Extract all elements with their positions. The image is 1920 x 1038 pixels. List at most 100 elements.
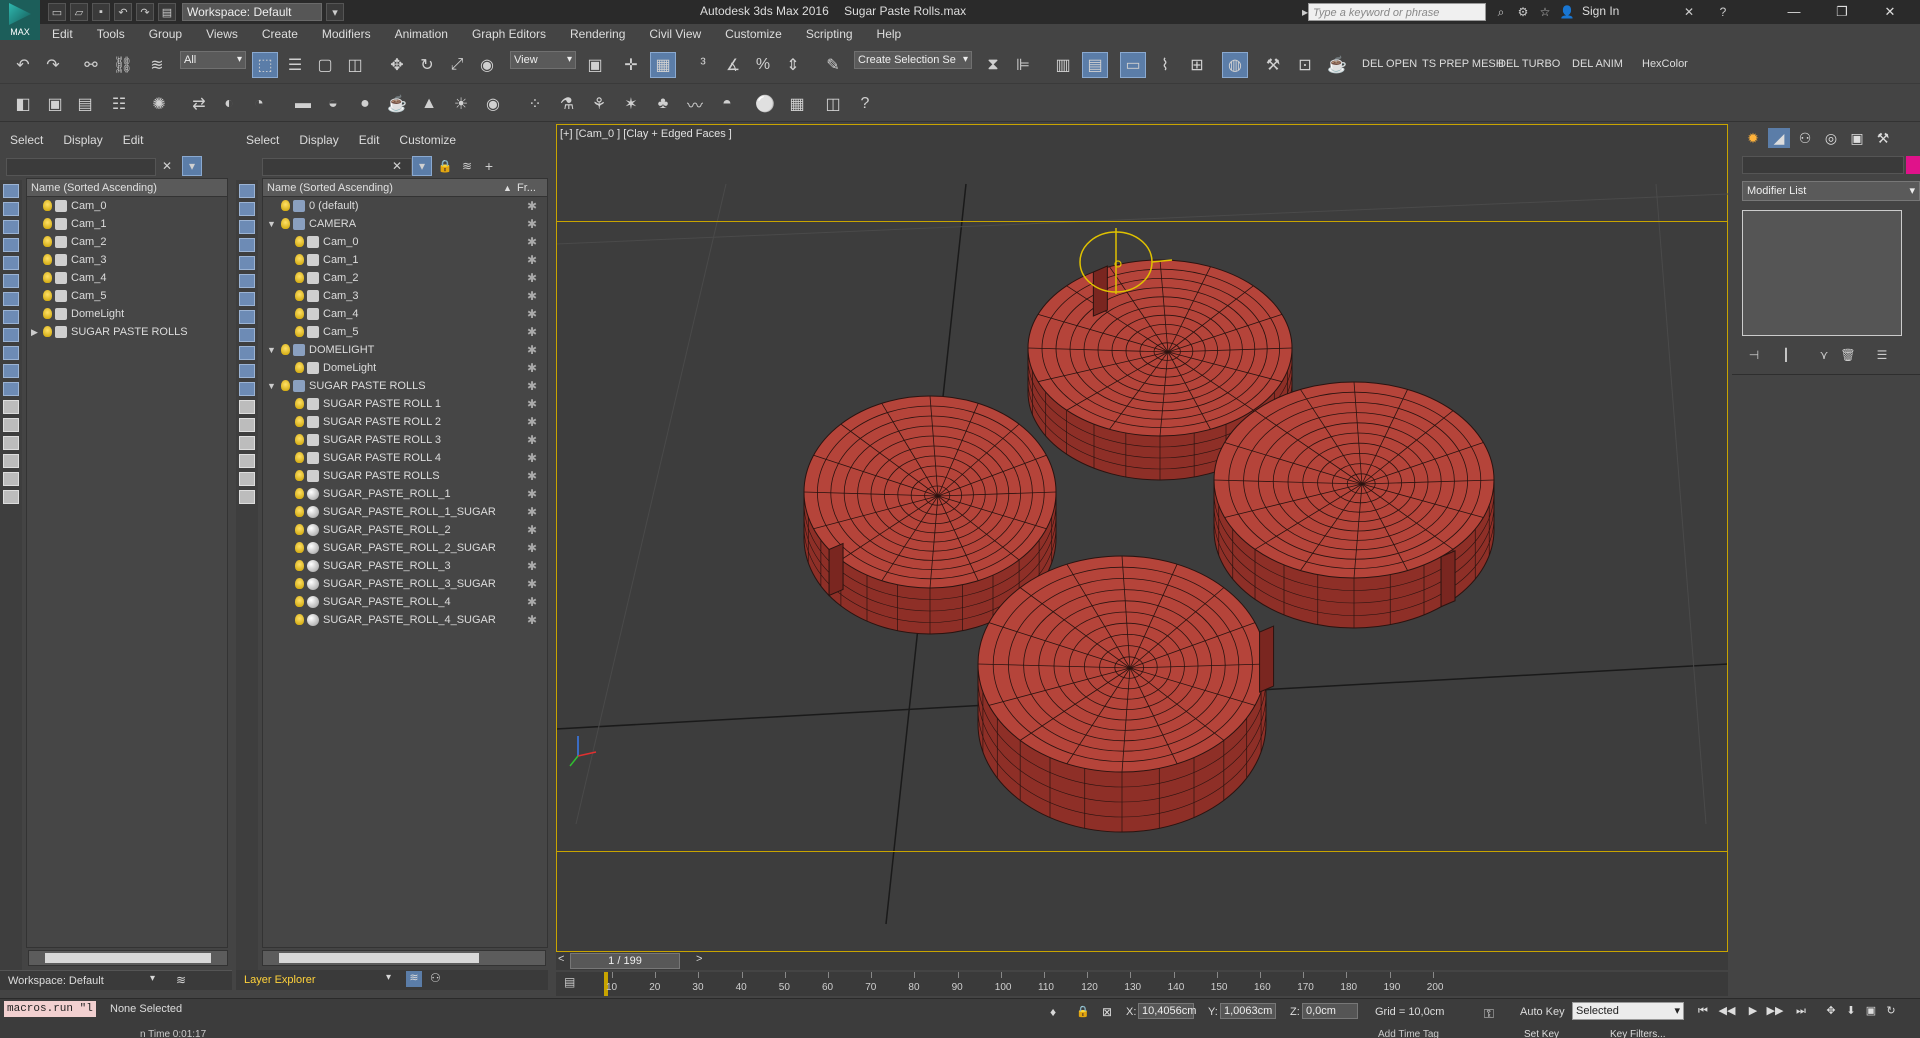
viewport-label[interactable]: [+] [Cam_0 ] [Clay + Edged Faces ] [560, 128, 732, 140]
display-cameras-icon[interactable] [239, 256, 255, 270]
angle-snap-icon[interactable]: ∡ [720, 52, 746, 78]
render-production-icon[interactable]: ☕ [1324, 52, 1350, 78]
display-lights-icon[interactable] [3, 238, 19, 252]
freeze-toggle-icon[interactable]: ✱ [527, 323, 537, 341]
help-circle-icon[interactable]: ? [852, 91, 878, 117]
layer-row[interactable]: 0 (default) ✱ [263, 197, 547, 215]
display-xrefs-icon[interactable] [3, 328, 19, 342]
freeze-toggle-icon[interactable]: ✱ [527, 593, 537, 611]
rendered-frame-window-icon[interactable]: ⊡ [1292, 52, 1318, 78]
reference-coordinate-dropdown[interactable]: View [510, 51, 576, 69]
layer-explorer-dropdown[interactable]: Layer Explorer [240, 972, 390, 988]
minimize-button[interactable]: — [1772, 0, 1816, 24]
menu-group[interactable]: Group [137, 24, 194, 44]
pivot-center-icon[interactable]: ▣ [582, 52, 608, 78]
link-icon[interactable]: ⚯ [78, 52, 104, 78]
bind-space-warp-icon[interactable]: ≋ [144, 52, 170, 78]
create-tab-icon[interactable]: ✹ [1742, 128, 1764, 148]
visibility-bulb-icon[interactable] [295, 254, 304, 265]
script-hexcolor-button[interactable]: HexColor [1642, 58, 1688, 70]
visibility-bulb-icon[interactable] [281, 218, 290, 229]
select-all-icon[interactable] [3, 400, 19, 414]
list-item[interactable]: SUGAR PASTE ROLL 1 ✱ [263, 395, 547, 413]
undo-icon[interactable]: ↶ [10, 52, 36, 78]
list-item[interactable]: Cam_0 ✱ [263, 233, 547, 251]
visibility-bulb-icon[interactable] [295, 542, 304, 553]
menu-create[interactable]: Create [250, 24, 310, 44]
render-region-icon[interactable]: ◫ [820, 91, 846, 117]
list-item[interactable]: SUGAR PASTE ROLL 4 ✱ [263, 449, 547, 467]
list-item[interactable]: Cam_1 ✱ [263, 251, 547, 269]
select-none-icon[interactable] [239, 418, 255, 432]
visibility-bulb-icon[interactable] [295, 272, 304, 283]
list-item[interactable]: Cam_4 [27, 269, 227, 287]
proxy-icon[interactable]: ⚗ [554, 91, 580, 117]
toggle-layer-explorer-icon[interactable]: ▤ [1082, 52, 1108, 78]
exchange-apps-icon[interactable]: ✕ [1680, 3, 1698, 21]
explorer-menu-display[interactable]: Display [53, 133, 112, 147]
visibility-bulb-icon[interactable] [295, 308, 304, 319]
absolute-mode-icon[interactable]: ⊠ [1102, 1005, 1112, 1019]
freeze-toggle-icon[interactable]: ✱ [527, 251, 537, 269]
favorites-star-icon[interactable]: ☆ [1536, 3, 1554, 21]
list-item[interactable]: Cam_5 [27, 287, 227, 305]
omni-light-icon[interactable]: ◉ [480, 91, 506, 117]
lock-icon[interactable]: 🔒 [436, 156, 454, 176]
menu-edit[interactable]: Edit [40, 24, 85, 44]
visibility-bulb-icon[interactable] [281, 344, 290, 355]
visibility-bulb-icon[interactable] [281, 380, 290, 391]
list-item[interactable]: Cam_2 [27, 233, 227, 251]
list-item[interactable]: SUGAR_PASTE_ROLL_3_SUGAR ✱ [263, 575, 547, 593]
expand-arrow-icon[interactable]: ▶ [31, 323, 38, 341]
freeze-toggle-icon[interactable]: ✱ [527, 395, 537, 413]
layer-row[interactable]: ▼ DOMELIGHT ✱ [263, 341, 547, 359]
zoom-all-icon[interactable]: ⬇ [1842, 1003, 1860, 1019]
display-shapes-icon[interactable] [239, 220, 255, 234]
select-move-icon[interactable]: ✥ [384, 52, 410, 78]
shader-ball-icon[interactable]: ⚪ [752, 91, 778, 117]
freeze-toggle-icon[interactable]: ✱ [527, 269, 537, 287]
layer-manager-icon[interactable]: ▤ [72, 91, 98, 117]
explorer-workspace-dropdown[interactable]: Workspace: Default [4, 973, 164, 989]
visibility-bulb-icon[interactable] [295, 506, 304, 517]
mini-curve-editor-icon[interactable]: ▤ [564, 975, 580, 991]
menu-modifiers[interactable]: Modifiers [310, 24, 383, 44]
hierarchy-toggle-icon[interactable]: ⚇ [430, 971, 441, 985]
visibility-bulb-icon[interactable] [295, 398, 304, 409]
menu-rendering[interactable]: Rendering [558, 24, 637, 44]
visibility-bulb-icon[interactable] [43, 290, 52, 301]
visibility-bulb-icon[interactable] [295, 560, 304, 571]
list-item[interactable]: SUGAR PASTE ROLL 3 ✱ [263, 431, 547, 449]
dropdown-arrow-icon[interactable]: ▾ [150, 973, 155, 984]
freeze-toggle-icon[interactable]: ✱ [527, 575, 537, 593]
script-ts-prep-mesh-button[interactable]: TS PREP MESH [1422, 58, 1504, 70]
freeze-toggle-icon[interactable]: ✱ [527, 485, 537, 503]
zoom-extents-icon[interactable]: ▣ [1862, 1003, 1880, 1019]
visibility-bulb-icon[interactable] [295, 488, 304, 499]
display-bones-icon[interactable] [3, 346, 19, 360]
explorer-menu-select[interactable]: Select [0, 133, 53, 147]
object-name-field[interactable] [1742, 156, 1904, 174]
display-lights-icon[interactable] [239, 238, 255, 252]
layers-stack-icon[interactable]: ≋ [176, 973, 186, 987]
app-logo[interactable]: MAX [0, 0, 40, 40]
teapot-icon[interactable]: ☕ [384, 91, 410, 117]
list-item[interactable]: Cam_3 [27, 251, 227, 269]
spinner-snap-icon[interactable]: ⇕ [780, 52, 806, 78]
visibility-bulb-icon[interactable] [295, 290, 304, 301]
y-coordinate-field[interactable]: 1,0063cm [1220, 1003, 1276, 1019]
new-file-icon[interactable]: ▭ [48, 3, 66, 21]
display-geometry-icon[interactable] [239, 202, 255, 216]
sun-light-icon[interactable]: ☀ [448, 91, 474, 117]
help-icon[interactable]: ? [1714, 3, 1732, 21]
explorer-menu-select[interactable]: Select [236, 133, 289, 147]
list-item[interactable]: ▶ SUGAR PASTE ROLLS [27, 323, 227, 341]
list-item[interactable]: SUGAR_PASTE_ROLL_3 ✱ [263, 557, 547, 575]
hair-icon[interactable]: 〰 [682, 91, 708, 117]
menu-customize[interactable]: Customize [713, 24, 794, 44]
visibility-bulb-icon[interactable] [295, 236, 304, 247]
keyword-search-input[interactable]: Type a keyword or phrase [1308, 3, 1486, 21]
list-item[interactable]: SUGAR_PASTE_ROLL_4_SUGAR ✱ [263, 611, 547, 629]
list-item[interactable]: SUGAR PASTE ROLL 2 ✱ [263, 413, 547, 431]
freeze-toggle-icon[interactable]: ✱ [527, 305, 537, 323]
